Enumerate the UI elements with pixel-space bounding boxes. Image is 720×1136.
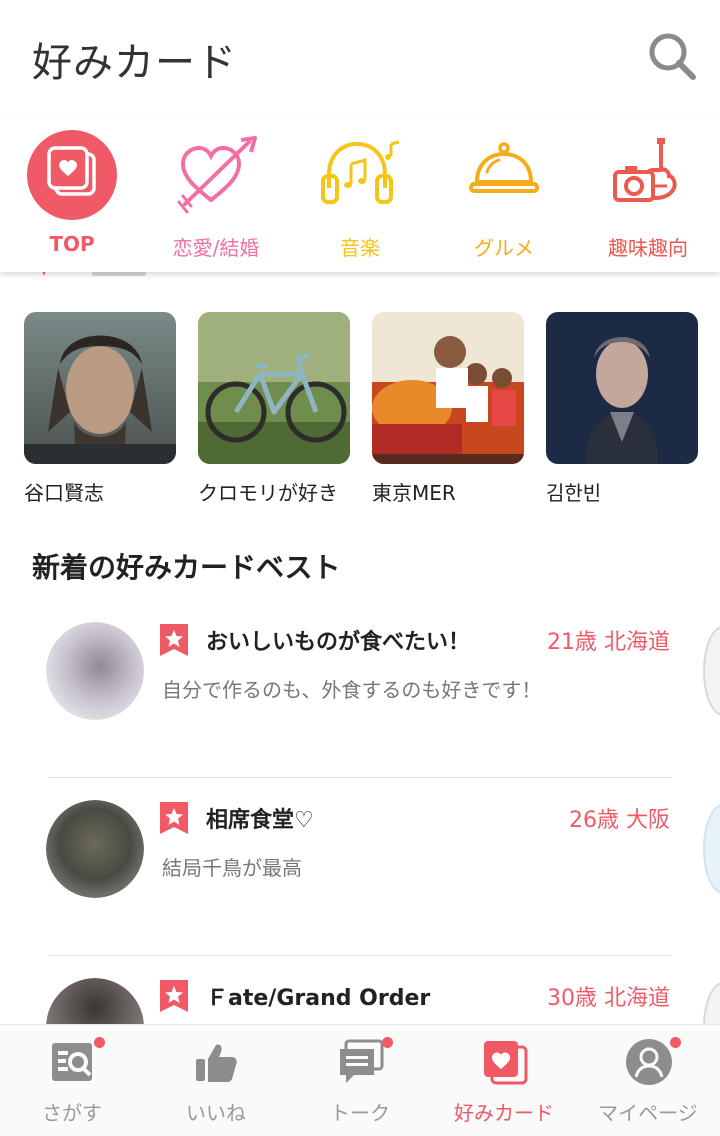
card-item[interactable]: 東京MER (372, 312, 524, 506)
section-title: 新着の好みカードベスト (32, 551, 341, 584)
card-name: 김한빈 (546, 481, 602, 505)
avatar (46, 800, 144, 898)
tab-hobby-label: 趣味趣向 (608, 236, 688, 260)
avatar (46, 978, 144, 1024)
thumbs-up-icon (194, 1039, 240, 1085)
user-age-location: 21歳 北海道 (547, 630, 670, 655)
tab-top[interactable]: TOP (0, 130, 144, 264)
nav-mypage[interactable]: マイページ (576, 1025, 720, 1136)
user-age-location: 26歳 大阪 (569, 808, 670, 833)
card-item[interactable]: クロモリが好き (198, 312, 350, 506)
category-tabs: TOP 恋愛/結婚 音楽 グルメ 趣味趣向 (0, 116, 720, 272)
card-name: 東京MER (372, 481, 456, 505)
recommended-cards: 谷口賢志 クロモリが好き 東京MER 김한빈 (0, 312, 720, 542)
nav-search[interactable]: さがす (0, 1025, 144, 1136)
nav-label: さがす (42, 1101, 102, 1125)
camera-guitar-icon (603, 130, 693, 220)
nav-label: いいね (186, 1101, 246, 1125)
notification-dot (94, 1037, 105, 1048)
nav-preference-card[interactable]: 好みカード (432, 1025, 576, 1136)
tab-love-marriage[interactable]: 恋愛/結婚 (144, 130, 288, 264)
tab-gourmet[interactable]: グルメ (432, 130, 576, 264)
tab-top-label: TOP (49, 232, 95, 256)
card-description: 自分で作るのも、外食するのも好きです！ (162, 678, 542, 702)
search-list-icon (50, 1039, 96, 1085)
card-thumbnail (546, 312, 698, 464)
nav-label: マイページ (598, 1101, 698, 1125)
list-item[interactable]: Ｆate/Grand Order 30歳 北海道 (0, 956, 720, 1024)
next-avatar-peek (703, 982, 720, 1024)
profile-icon (626, 1039, 672, 1085)
list-item[interactable]: おいしいものが食べたい！ 21歳 北海道 自分で作るのも、外食するのも好きです！ (0, 600, 720, 778)
tab-music-label: 音楽 (340, 236, 380, 260)
card-title: おいしいものが食べたい！ (206, 630, 471, 655)
card-item[interactable]: 김한빈 (546, 312, 698, 506)
nav-label: トーク (330, 1101, 390, 1125)
tab-hobby[interactable]: 趣味趣向 (576, 130, 720, 264)
tab-gourmet-label: グルメ (474, 236, 534, 260)
search-button[interactable] (646, 30, 698, 82)
card-thumbnail (198, 312, 350, 464)
nav-likes[interactable]: いいね (144, 1025, 288, 1136)
cloche-icon (459, 130, 549, 220)
tab-music[interactable]: 音楽 (288, 130, 432, 264)
headphones-icon (315, 130, 405, 220)
card-item[interactable]: 谷口賢志 (24, 312, 176, 506)
card-heart-icon (482, 1039, 528, 1085)
card-thumbnail (24, 312, 176, 464)
next-avatar-peek (703, 626, 720, 716)
list-item[interactable]: 相席食堂♡ 26歳 大阪 結局千鳥が最高 (0, 778, 720, 956)
nav-label: 好みカード (454, 1101, 554, 1125)
card-title: Ｆate/Grand Order (206, 986, 431, 1011)
user-age-location: 30歳 北海道 (547, 986, 670, 1011)
card-description: 結局千鳥が最高 (162, 856, 302, 880)
star-bookmark-icon (160, 624, 188, 656)
bottom-navigation: さがす いいね トーク 好みカード マイページ (0, 1024, 720, 1136)
next-avatar-peek (703, 804, 720, 894)
heart-arrow-icon (171, 130, 261, 220)
avatar (46, 622, 144, 720)
star-bookmark-icon (160, 802, 188, 834)
card-thumbnail (372, 312, 524, 464)
chat-icon (338, 1039, 384, 1085)
card-heart-icon (27, 130, 117, 220)
card-name: クロモリが好き (198, 481, 338, 505)
nav-talk[interactable]: トーク (288, 1025, 432, 1136)
app-header: 好みカード (0, 0, 720, 116)
card-title: 相席食堂♡ (206, 808, 314, 833)
card-name: 谷口賢志 (24, 481, 104, 505)
star-bookmark-icon (160, 980, 188, 1012)
notification-dot (670, 1037, 681, 1048)
best-card-list: おいしいものが食べたい！ 21歳 北海道 自分で作るのも、外食するのも好きです！… (0, 600, 720, 1024)
tab-love-label: 恋愛/結婚 (172, 236, 260, 260)
search-icon (649, 33, 696, 80)
page-title: 好みカード (32, 40, 237, 86)
notification-dot (382, 1037, 393, 1048)
